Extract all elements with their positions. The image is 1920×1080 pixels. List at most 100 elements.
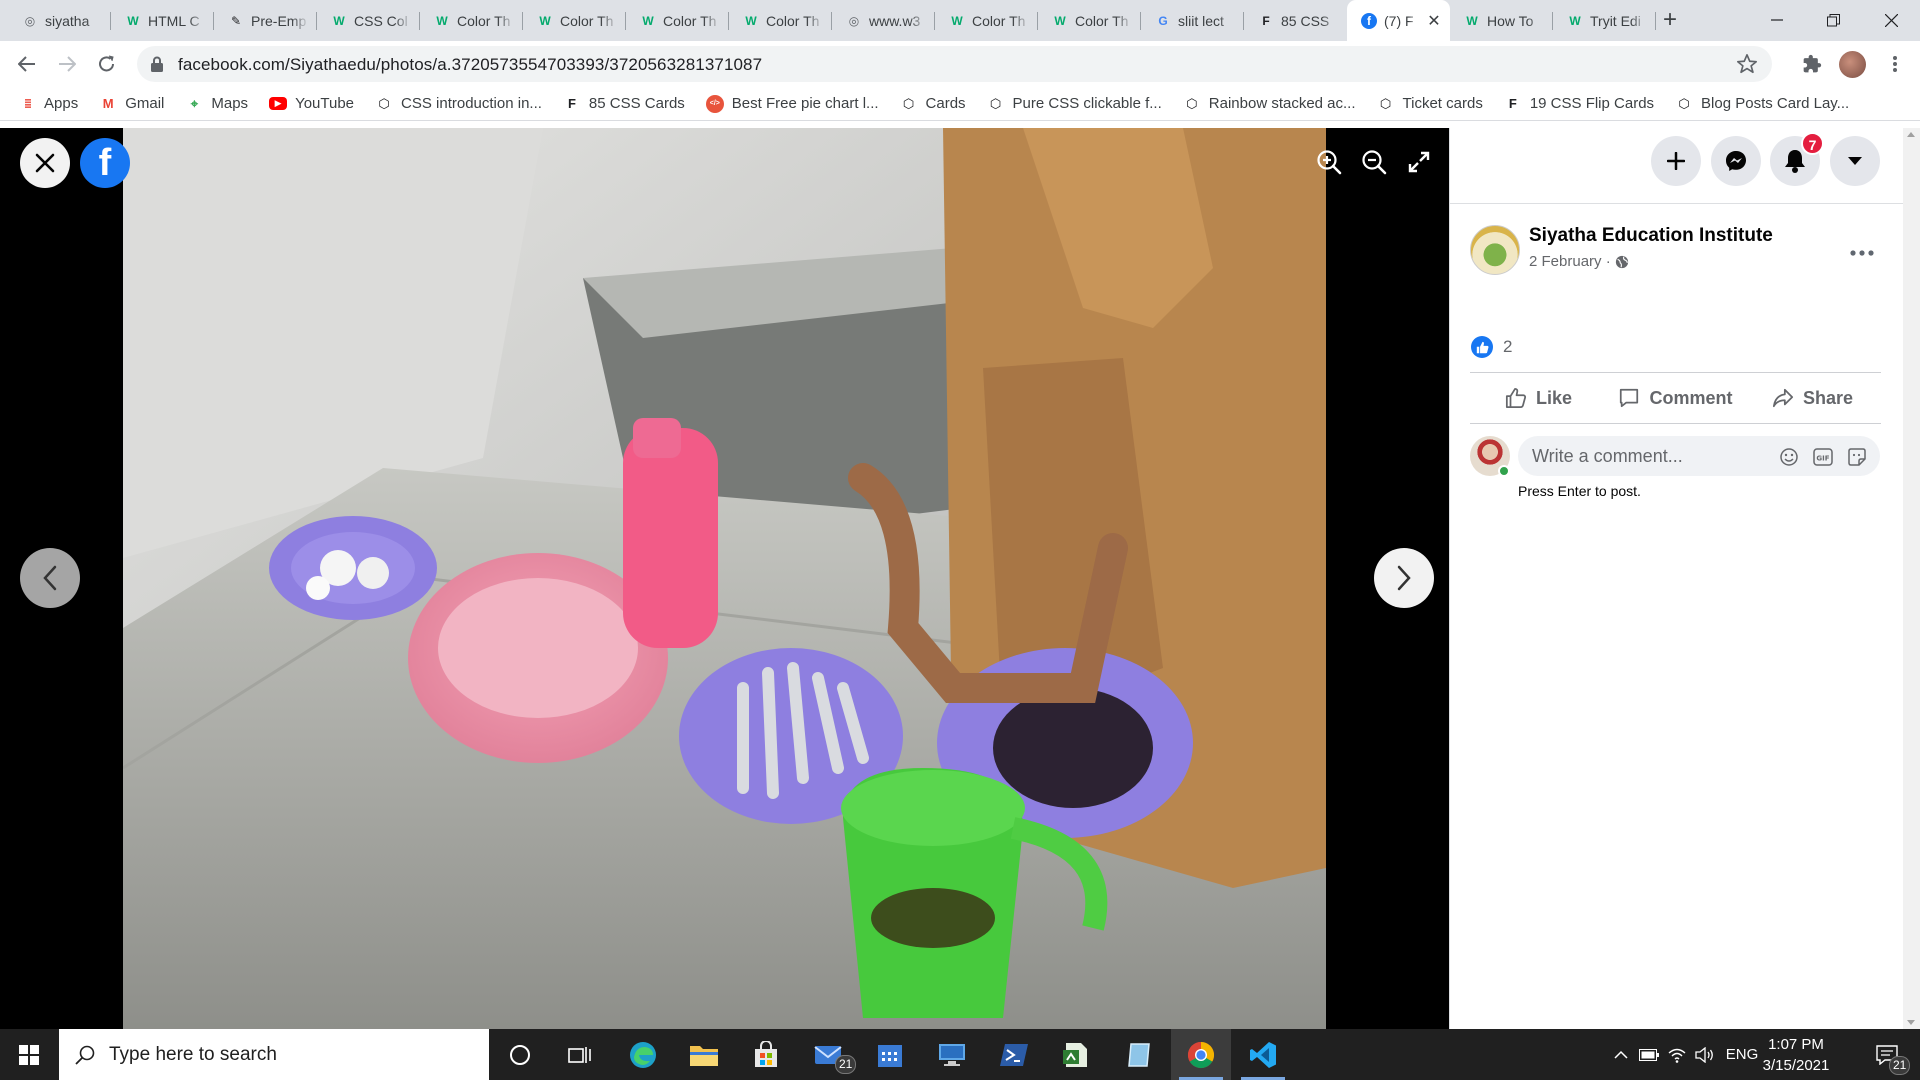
bookmark-item[interactable]: ⬡ Cards	[900, 95, 966, 113]
page-avatar[interactable]	[1470, 225, 1520, 275]
panel-scrollbar[interactable]	[1903, 128, 1920, 1029]
zoom-out-button[interactable]	[1358, 146, 1390, 178]
tab[interactable]: W How To	[1450, 0, 1553, 41]
powershell-app[interactable]	[984, 1029, 1044, 1080]
bookmark-item[interactable]: ⬡ Ticket cards	[1377, 95, 1483, 113]
tab[interactable]: ◎ www.w3	[832, 0, 935, 41]
previous-photo-button[interactable]	[20, 548, 80, 608]
tab[interactable]: ✎ Pre-Emp	[214, 0, 317, 41]
post-options-button[interactable]	[1842, 233, 1882, 273]
facebook-logo[interactable]: f	[80, 138, 130, 188]
battery-status[interactable]	[1636, 1029, 1662, 1080]
scroll-up-arrow-icon[interactable]	[1907, 132, 1915, 137]
profile-avatar[interactable]	[1839, 51, 1866, 78]
vscode-app[interactable]	[1233, 1029, 1293, 1080]
tab[interactable]: W Color Th	[626, 0, 729, 41]
tab[interactable]: Gsliit lect	[1141, 0, 1244, 41]
extensions-button[interactable]	[1797, 49, 1827, 79]
scroll-down-arrow-icon[interactable]	[1907, 1020, 1915, 1025]
back-button[interactable]	[12, 49, 42, 79]
action-center-button[interactable]: 21	[1862, 1029, 1912, 1080]
tab-list: ◎ siyatha W HTML C ✎ Pre-Emp W CSS Col W Color Th…	[8, 0, 1656, 41]
tab-title: Color Th	[766, 12, 820, 29]
forward-button[interactable]	[52, 49, 82, 79]
file-explorer-app[interactable]	[674, 1029, 734, 1080]
bookmark-label: Cards	[925, 95, 966, 112]
tab[interactable]: F 85 CSS	[1244, 0, 1347, 41]
minimize-button[interactable]	[1750, 0, 1804, 40]
network-status[interactable]	[1664, 1029, 1690, 1080]
post-photo[interactable]	[123, 128, 1326, 1029]
bookmark-item[interactable]: ▶ YouTube	[269, 95, 354, 112]
sticker-button[interactable]	[1846, 446, 1868, 468]
show-hidden-icons-button[interactable]	[1608, 1029, 1634, 1080]
account-menu-button[interactable]	[1830, 136, 1880, 186]
tab[interactable]: ◎ siyatha	[8, 0, 111, 41]
bookmark-item[interactable]: ⬡ Rainbow stacked ac...	[1183, 95, 1355, 113]
like-button[interactable]: Like	[1470, 373, 1607, 423]
edge-icon	[630, 1041, 656, 1068]
tab[interactable]: W Color Th	[729, 0, 832, 41]
page-name-link[interactable]: Siyatha Education Institute	[1529, 225, 1773, 247]
comment-button[interactable]: Comment	[1607, 373, 1744, 423]
system-clock[interactable]: 1:07 PM 3/15/2021	[1748, 1034, 1844, 1076]
tab[interactable]: W Color Th	[935, 0, 1038, 41]
comment-composer[interactable]: GIF	[1518, 436, 1880, 476]
reaction-summary[interactable]: 2	[1471, 336, 1512, 358]
bookmark-item[interactable]: ⬡ Pure CSS clickable f...	[987, 95, 1162, 113]
reload-button[interactable]	[92, 49, 122, 79]
close-window-button[interactable]	[1864, 0, 1918, 40]
calendar-app[interactable]	[860, 1029, 920, 1080]
address-bar[interactable]: facebook.com/Siyathaedu/photos/a.3720573…	[137, 46, 1772, 82]
task-view-button[interactable]	[550, 1029, 610, 1080]
codepen-icon: ⬡	[378, 95, 390, 111]
share-button[interactable]: Share	[1744, 373, 1881, 423]
bookmark-item[interactable]: M Gmail	[99, 95, 165, 113]
volume-control[interactable]	[1692, 1029, 1718, 1080]
url-text[interactable]: facebook.com/Siyathaedu/photos/a.3720573…	[178, 55, 762, 75]
bookmark-item[interactable]: ⬡ Blog Posts Card Lay...	[1675, 95, 1849, 113]
next-photo-button[interactable]	[1374, 548, 1434, 608]
edge-app[interactable]	[613, 1029, 673, 1080]
fullscreen-button[interactable]	[1403, 146, 1435, 178]
start-button[interactable]	[0, 1029, 58, 1080]
tab-active[interactable]: f (7) F ✕	[1347, 0, 1450, 41]
store-app[interactable]	[736, 1029, 796, 1080]
gif-button[interactable]: GIF	[1812, 446, 1834, 468]
close-photo-button[interactable]	[20, 138, 70, 188]
zoom-in-button[interactable]	[1313, 146, 1345, 178]
bookmark-item[interactable]: </> Best Free pie chart l...	[705, 94, 879, 113]
ellipsis-icon	[1850, 250, 1874, 256]
post-timestamp[interactable]: 2 February ·	[1529, 253, 1629, 270]
comment-input[interactable]	[1518, 436, 1758, 476]
notifications-button[interactable]: 7	[1770, 132, 1824, 186]
restore-button[interactable]	[1806, 0, 1860, 40]
bookmark-item[interactable]: ⌖ Maps	[185, 95, 248, 113]
tab[interactable]: W CSS Col	[317, 0, 420, 41]
bookmark-item[interactable]: ⁞⁞⁞ Apps	[18, 95, 78, 113]
plus-icon	[1667, 152, 1685, 170]
tab[interactable]: W Tryit Edi	[1553, 0, 1656, 41]
emoji-button[interactable]	[1778, 446, 1800, 468]
bookmark-star-icon[interactable]	[1736, 53, 1758, 75]
bookmark-item[interactable]: F 85 CSS Cards	[563, 95, 685, 113]
new-tab-button[interactable]: +	[1656, 6, 1684, 34]
mail-app[interactable]: 21	[799, 1029, 859, 1080]
tab[interactable]: W Color Th	[420, 0, 523, 41]
tab[interactable]: W Color Th	[523, 0, 626, 41]
tab[interactable]: W Color Th	[1038, 0, 1141, 41]
bookmark-item[interactable]: F 19 CSS Flip Cards	[1504, 95, 1654, 113]
bookmark-item[interactable]: ⬡ CSS introduction in...	[375, 95, 542, 113]
close-icon	[1884, 13, 1898, 27]
tab-close-icon[interactable]: ✕	[1426, 11, 1442, 31]
messenger-button[interactable]	[1711, 136, 1761, 186]
taskbar-search[interactable]: Type here to search	[59, 1029, 489, 1080]
cortana-button[interactable]	[490, 1029, 550, 1080]
project-app[interactable]	[1046, 1029, 1106, 1080]
chrome-app[interactable]	[1171, 1029, 1231, 1080]
create-button[interactable]	[1651, 136, 1701, 186]
tab[interactable]: W HTML C	[111, 0, 214, 41]
chrome-menu-button[interactable]	[1880, 49, 1910, 79]
remote-desktop-app[interactable]	[922, 1029, 982, 1080]
notepad-app[interactable]	[1109, 1029, 1169, 1080]
